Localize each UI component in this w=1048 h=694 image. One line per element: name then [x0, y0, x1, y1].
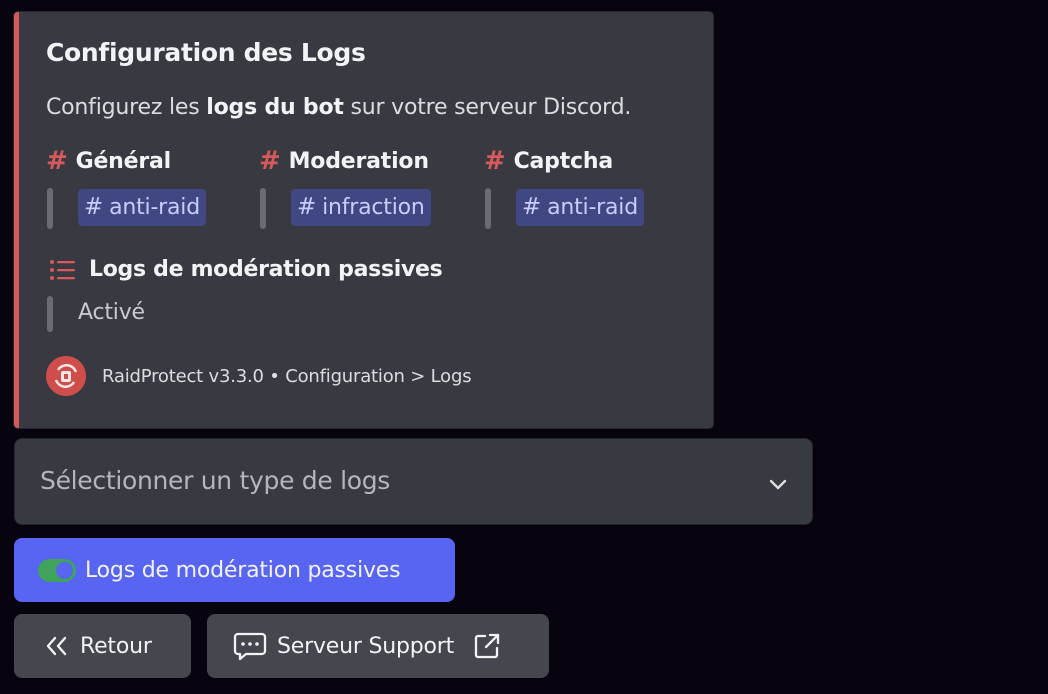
channel-mention-infraction[interactable]: # infraction	[291, 189, 431, 226]
logs-config-embed: Configuration des Logs Configurez les lo…	[13, 11, 714, 429]
field-name: Moderation	[288, 148, 429, 174]
hash-icon: #	[484, 146, 506, 176]
passive-logs-title: Logs de modération passives	[49, 257, 443, 282]
hash-icon: #	[259, 146, 281, 176]
double-chevron-left-icon	[46, 636, 67, 656]
description-bold: logs du bot	[206, 95, 344, 120]
external-link-icon	[474, 633, 500, 659]
quote-bar	[47, 296, 53, 332]
back-button-label: Retour	[80, 633, 152, 659]
toggle-on-icon	[38, 558, 76, 582]
quote-bar	[485, 188, 491, 229]
field-name: Captcha	[513, 148, 614, 174]
select-placeholder: Sélectionner un type de logs	[40, 466, 391, 495]
list-icon	[50, 259, 75, 280]
embed-title: Configuration des Logs	[46, 38, 366, 67]
passive-logs-button-label: Logs de modération passives	[85, 557, 401, 583]
embed-accent-bar	[14, 12, 19, 428]
channel-hash-icon: #	[522, 194, 542, 220]
channel-name: anti-raid	[547, 195, 638, 220]
hash-icon: #	[46, 146, 68, 176]
description-suffix: sur votre serveur Discord.	[343, 95, 632, 120]
support-server-button[interactable]: Serveur Support	[207, 614, 549, 678]
quote-bar	[47, 188, 53, 229]
channel-hash-icon: #	[297, 194, 317, 220]
passive-logs-name: Logs de modération passives	[89, 257, 443, 282]
raidprotect-avatar	[46, 356, 86, 396]
chat-bubble-icon	[233, 632, 267, 661]
quote-bar	[260, 188, 266, 229]
footer-text: RaidProtect v3.3.0 • Configuration > Log…	[102, 365, 472, 387]
field-moderation: # Moderation # infraction	[259, 146, 431, 229]
field-general: # Général # anti-raid	[46, 146, 206, 229]
field-captcha: # Captcha # anti-raid	[484, 146, 644, 229]
chevron-down-icon	[769, 479, 787, 490]
description-prefix: Configurez les	[46, 95, 207, 120]
embed-description: Configurez les logs du bot sur votre ser…	[46, 95, 631, 120]
channel-hash-icon: #	[84, 194, 104, 220]
channel-name: infraction	[322, 195, 425, 220]
log-type-select[interactable]: Sélectionner un type de logs	[14, 438, 813, 525]
passive-logs-value: Activé	[78, 300, 145, 325]
field-name: Général	[75, 148, 172, 174]
channel-mention-anti-raid[interactable]: # anti-raid	[516, 189, 644, 226]
embed-footer: RaidProtect v3.3.0 • Configuration > Log…	[46, 356, 472, 396]
support-button-label: Serveur Support	[277, 633, 455, 659]
channel-name: anti-raid	[109, 195, 200, 220]
passive-logs-button[interactable]: Logs de modération passives	[14, 538, 455, 602]
channel-mention-anti-raid[interactable]: # anti-raid	[78, 189, 206, 226]
back-button[interactable]: Retour	[14, 614, 191, 678]
